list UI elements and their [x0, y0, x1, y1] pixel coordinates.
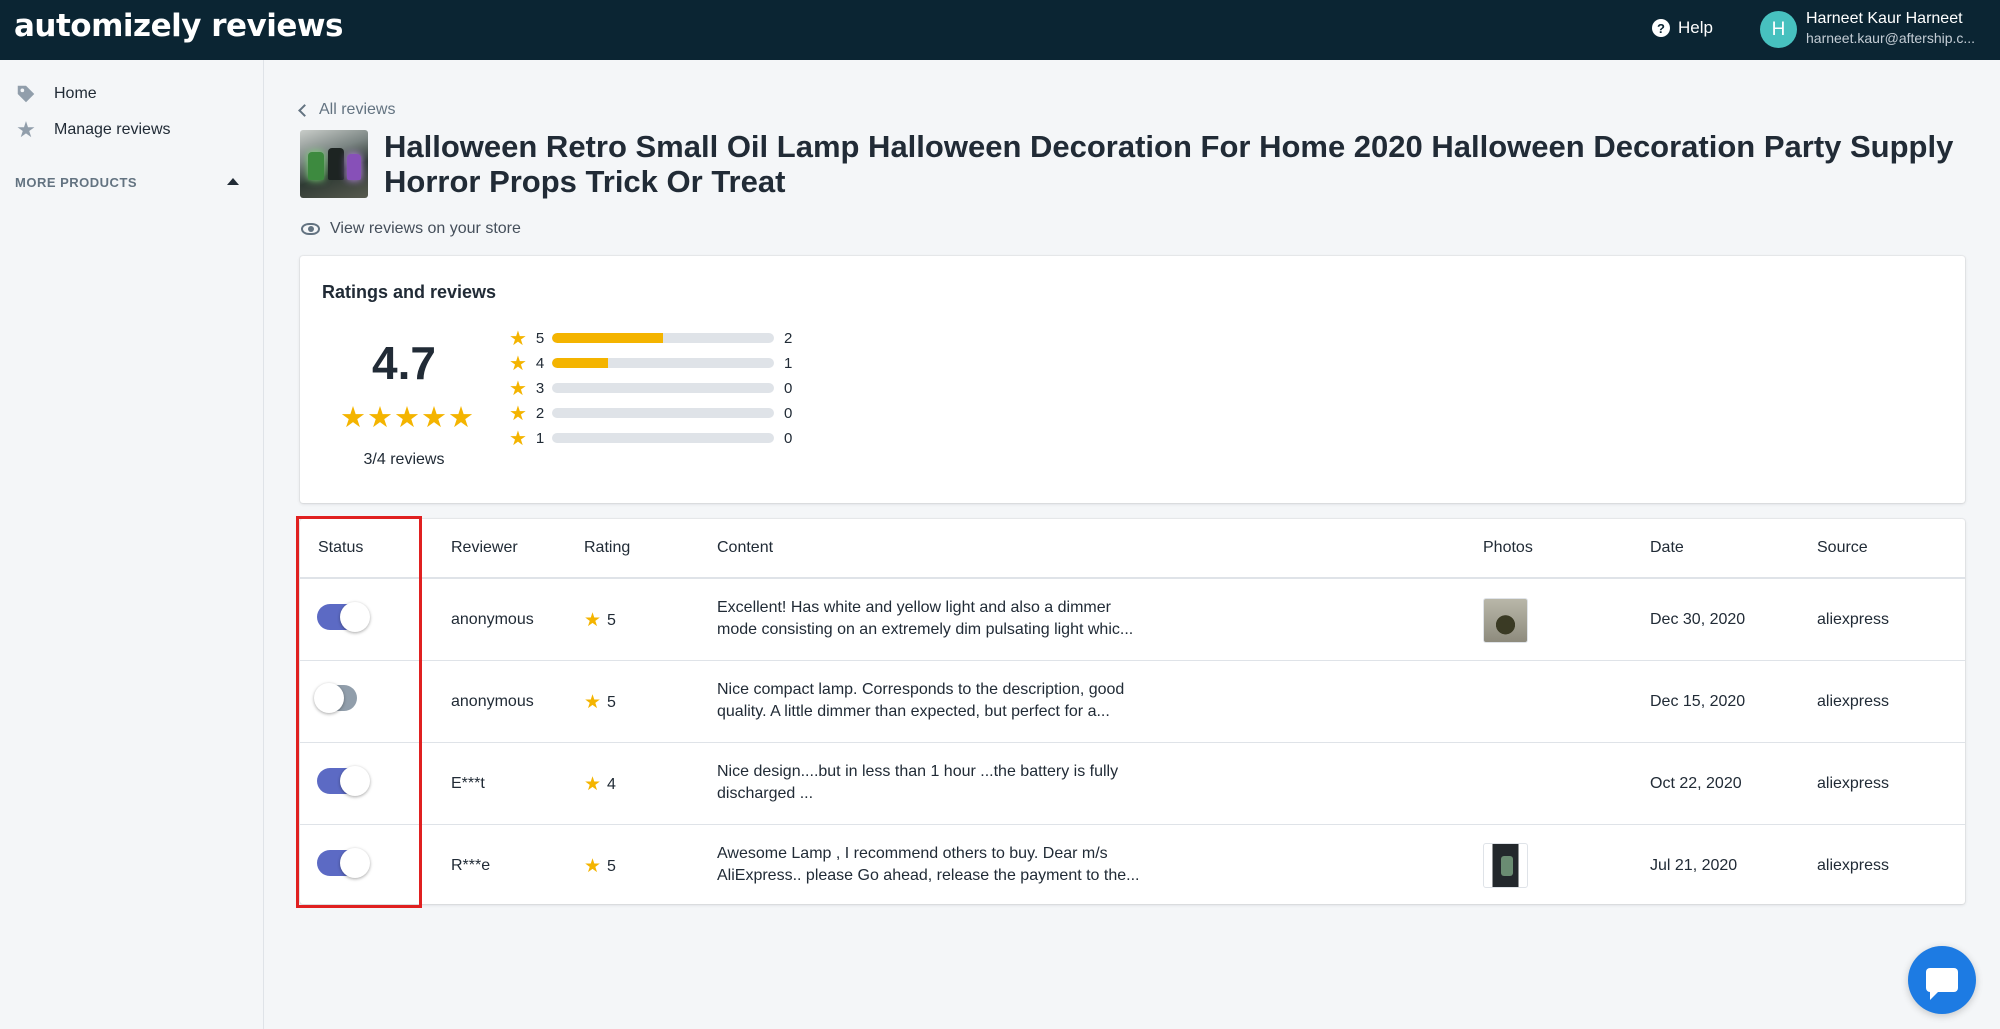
- more-products-heading[interactable]: MORE PRODUCTS: [15, 175, 137, 190]
- column-header-reviewer: Reviewer: [451, 539, 518, 556]
- rating-value: ★ 4: [584, 774, 616, 795]
- product-thumbnail: [300, 130, 368, 198]
- back-link-label: All reviews: [319, 101, 396, 118]
- rating-distribution-row: ★ 5 2: [509, 327, 793, 350]
- rating-value: ★ 5: [584, 692, 616, 713]
- table-row[interactable]: anonymous ★ 5 Excellent! Has white and y…: [300, 579, 1965, 661]
- star-icon: ★: [16, 117, 36, 142]
- review-content[interactable]: Nice compact lamp. Corresponds to the de…: [717, 679, 1157, 723]
- star-icon: ★: [584, 774, 602, 795]
- rating-distribution-row: ★ 1 0: [509, 427, 793, 450]
- review-source: aliexpress: [1817, 857, 1890, 874]
- table-row[interactable]: R***e ★ 5 Awesome Lamp , I recommend oth…: [300, 825, 1965, 904]
- rating-value: ★ 5: [584, 856, 616, 877]
- chevron-left-icon: [298, 103, 311, 117]
- ratings-card: Ratings and reviews 4.7 ★ ★ ★ ★ ★ 3/4 re…: [300, 256, 1965, 503]
- review-content[interactable]: Nice design....but in less than 1 hour .…: [717, 761, 1157, 805]
- column-header-date: Date: [1650, 539, 1684, 556]
- table-row[interactable]: E***t ★ 4 Nice design....but in less tha…: [300, 743, 1965, 825]
- user-name[interactable]: Harneet Kaur Harneet: [1806, 10, 1963, 28]
- star-icon: ★: [394, 402, 420, 434]
- star-icon: ★: [509, 402, 527, 425]
- back-link[interactable]: All reviews: [298, 101, 396, 119]
- review-source: aliexpress: [1817, 775, 1890, 792]
- column-header-content: Content: [717, 539, 774, 556]
- caret-up-icon[interactable]: [227, 178, 239, 185]
- review-date: Oct 22, 2020: [1650, 775, 1742, 792]
- review-content[interactable]: Excellent! Has white and yellow light an…: [717, 597, 1157, 641]
- status-column-highlight: [296, 516, 422, 908]
- rating-distribution-row: ★ 3 0: [509, 377, 793, 400]
- star-icon: ★: [448, 402, 474, 434]
- star-icon: ★: [584, 856, 602, 877]
- star-icon: ★: [509, 427, 527, 450]
- help-button[interactable]: ? Help: [1652, 18, 1713, 38]
- sidebar-item-label: Manage reviews: [54, 121, 171, 138]
- review-photo[interactable]: [1483, 598, 1528, 643]
- rating-bar: [552, 408, 774, 418]
- star-icon: ★: [509, 327, 527, 350]
- chat-launcher-button[interactable]: [1908, 946, 1976, 1014]
- star-icon: ★: [367, 402, 393, 434]
- reviewer-name: R***e: [451, 857, 491, 874]
- sidebar-item-manage-reviews[interactable]: ★ Manage reviews: [14, 117, 171, 142]
- average-stars: ★ ★ ★ ★ ★: [340, 400, 474, 435]
- star-icon: ★: [584, 610, 602, 631]
- top-bar: automizely reviews ? Help H Harneet Kaur…: [0, 0, 2000, 60]
- view-reviews-on-store-link[interactable]: View reviews on your store: [301, 220, 521, 238]
- rating-bar: [552, 433, 774, 443]
- review-source: aliexpress: [1817, 611, 1890, 628]
- review-count: 3/4 reviews: [363, 451, 445, 468]
- average-rating: 4.7: [372, 337, 436, 389]
- review-date: Dec 30, 2020: [1650, 611, 1746, 628]
- rating-bar: [552, 358, 774, 368]
- sidebar: Home ★ Manage reviews MORE PRODUCTS: [0, 60, 264, 1029]
- review-photo[interactable]: [1483, 843, 1528, 888]
- rating-bar: [552, 383, 774, 393]
- sidebar-item-label: Home: [54, 85, 97, 102]
- rating-bar: [552, 333, 774, 343]
- question-circle-icon: ?: [1652, 19, 1670, 37]
- review-content[interactable]: Awesome Lamp , I recommend others to buy…: [717, 843, 1157, 887]
- tag-icon: [14, 82, 38, 106]
- star-icon: ★: [340, 402, 366, 434]
- rating-value: ★ 5: [584, 610, 616, 631]
- help-label: Help: [1678, 18, 1713, 37]
- column-header-rating: Rating: [584, 539, 631, 556]
- reviewer-name: anonymous: [451, 611, 534, 628]
- eye-icon: [301, 223, 320, 235]
- ratings-title: Ratings and reviews: [322, 282, 497, 302]
- rating-distribution-row: ★ 2 0: [509, 402, 793, 425]
- review-date: Jul 21, 2020: [1650, 857, 1738, 874]
- rating-distribution-row: ★ 4 1: [509, 352, 793, 375]
- column-header-source: Source: [1817, 539, 1868, 556]
- view-store-label: View reviews on your store: [330, 220, 521, 237]
- column-header-photos: Photos: [1483, 539, 1533, 556]
- user-avatar[interactable]: H: [1760, 11, 1797, 48]
- review-source: aliexpress: [1817, 693, 1890, 710]
- review-date: Dec 15, 2020: [1650, 693, 1746, 710]
- app-logo[interactable]: automizely reviews: [14, 8, 344, 44]
- table-row[interactable]: anonymous ★ 5 Nice compact lamp. Corresp…: [300, 661, 1965, 743]
- user-email: harneet.kaur@aftership.c...: [1806, 30, 1976, 46]
- star-icon: ★: [421, 402, 447, 434]
- reviewer-name: anonymous: [451, 693, 534, 710]
- star-icon: ★: [509, 377, 527, 400]
- star-icon: ★: [509, 352, 527, 375]
- star-icon: ★: [584, 692, 602, 713]
- reviews-table: Status Reviewer Rating Content Photos Da…: [300, 519, 1965, 904]
- chat-bubble-icon: [1926, 968, 1958, 1000]
- reviewer-name: E***t: [451, 775, 485, 792]
- page-title: Halloween Retro Small Oil Lamp Halloween…: [384, 129, 1954, 199]
- sidebar-item-home[interactable]: Home: [14, 82, 97, 106]
